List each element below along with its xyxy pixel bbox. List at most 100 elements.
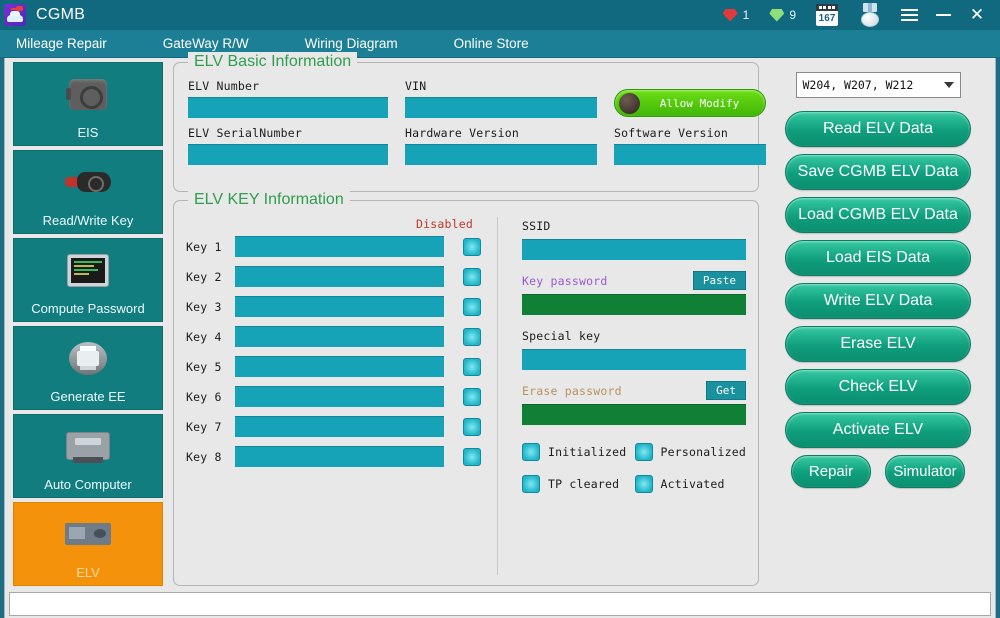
menu-bar: Mileage Repair GateWay R/W Wiring Diagra… — [0, 30, 1000, 58]
sidebar-item-elv[interactable]: ELV — [13, 502, 163, 586]
initialized-checkbox[interactable] — [522, 443, 540, 461]
key-row: Key 2 — [186, 266, 491, 287]
sidebar-item-label: ELV — [76, 565, 100, 580]
key-7-input[interactable] — [235, 416, 444, 437]
minimize-button[interactable] — [926, 0, 960, 30]
red-gem-indicator[interactable]: 1 — [713, 0, 760, 30]
ssid-label: SSID — [522, 219, 551, 233]
model-select-value: W204, W207, W212 — [803, 78, 944, 92]
key-3-input[interactable] — [235, 296, 444, 317]
elv-basic-information-panel: ELV Basic Information ELV Number VIN — [173, 62, 759, 192]
green-gem-indicator[interactable]: 9 — [759, 0, 806, 30]
check-elv-button[interactable]: Check ELV — [785, 369, 971, 405]
field-software-version: Software Version — [614, 126, 766, 165]
sidebar-item-read-write-key[interactable]: Read/Write Key — [13, 150, 163, 234]
elv-serialnumber-input[interactable] — [188, 144, 388, 165]
erase-elv-button[interactable]: Erase ELV — [785, 326, 971, 362]
key-7-disabled-checkbox[interactable] — [463, 418, 481, 436]
status-flags: Initialized Personalized TP cleared — [522, 443, 746, 493]
calendar-indicator[interactable]: 167 — [806, 0, 848, 30]
key-2-input[interactable] — [235, 266, 444, 287]
load-cgmb-elv-data-button[interactable]: Load CGMB ELV Data — [785, 197, 971, 233]
allow-modify-cell: Allow Modify — [614, 79, 766, 118]
hamburger-icon — [901, 9, 918, 21]
write-elv-data-button[interactable]: Write ELV Data — [785, 283, 971, 319]
field-label: ELV Number — [188, 79, 388, 92]
medal-indicator[interactable] — [848, 0, 892, 30]
secondary-buttons: Repair Simulator — [791, 455, 965, 488]
key-row: Key 8 — [186, 446, 491, 467]
printer-disc-icon — [14, 327, 162, 389]
status-personalized[interactable]: Personalized — [635, 443, 746, 461]
field-elv-serialnumber: ELV SerialNumber — [188, 126, 388, 165]
center-column: ELV Basic Information ELV Number VIN — [173, 62, 759, 586]
ssid-input[interactable] — [522, 239, 746, 260]
key-5-disabled-checkbox[interactable] — [463, 358, 481, 376]
status-initialized[interactable]: Initialized — [522, 443, 631, 461]
key-3-disabled-checkbox[interactable] — [463, 298, 481, 316]
key-6-disabled-checkbox[interactable] — [463, 388, 481, 406]
allow-modify-label: Allow Modify — [640, 97, 765, 110]
key-8-input[interactable] — [235, 446, 444, 467]
hardware-version-input[interactable] — [405, 144, 597, 165]
menu-button[interactable] — [892, 0, 926, 30]
software-version-input[interactable] — [614, 144, 766, 165]
key-1-input[interactable] — [235, 236, 444, 257]
key-label: Key 7 — [186, 420, 226, 434]
green-gem-count: 9 — [789, 8, 796, 22]
red-gem-count: 1 — [743, 8, 750, 22]
app-icon — [4, 4, 26, 26]
paste-button[interactable]: Paste — [693, 271, 746, 290]
chevron-down-icon — [944, 82, 954, 88]
key-4-disabled-checkbox[interactable] — [463, 328, 481, 346]
key-label: Key 6 — [186, 390, 226, 404]
key-1-disabled-checkbox[interactable] — [463, 238, 481, 256]
key-label: Key 1 — [186, 240, 226, 254]
sidebar-item-auto-computer[interactable]: Auto Computer — [13, 414, 163, 498]
repair-button[interactable]: Repair — [791, 455, 871, 488]
sidebar-item-compute-password[interactable]: Compute Password — [13, 238, 163, 322]
red-gem-icon — [723, 9, 738, 22]
activated-checkbox[interactable] — [635, 475, 653, 493]
allow-modify-button[interactable]: Allow Modify — [614, 89, 766, 117]
ecu-module-icon — [14, 415, 162, 477]
erase-password-input[interactable] — [522, 404, 746, 425]
model-select[interactable]: W204, W207, W212 — [796, 72, 961, 98]
tp-cleared-checkbox[interactable] — [522, 475, 540, 493]
key-4-input[interactable] — [235, 326, 444, 347]
key-label: Key 8 — [186, 450, 226, 464]
key-8-disabled-checkbox[interactable] — [463, 448, 481, 466]
status-label: Initialized — [548, 445, 626, 459]
disabled-column-header: Disabled — [186, 217, 491, 232]
title-bar: CGMB 1 9 167 — [0, 0, 1000, 30]
key-label: Key 3 — [186, 300, 226, 314]
load-eis-data-button[interactable]: Load EIS Data — [785, 240, 971, 276]
log-input[interactable] — [9, 592, 991, 616]
simulator-button[interactable]: Simulator — [885, 455, 965, 488]
key-password-input[interactable] — [522, 294, 746, 315]
key-5-input[interactable] — [235, 356, 444, 377]
panel-divider — [497, 217, 498, 575]
panel-legend: ELV Basic Information — [188, 52, 357, 72]
titlebar-indicators: 1 9 167 — [713, 0, 994, 30]
key-row: Key 3 — [186, 296, 491, 317]
status-tp-cleared[interactable]: TP cleared — [522, 475, 631, 493]
get-button[interactable]: Get — [706, 381, 746, 400]
menu-item-gateway-rw[interactable]: GateWay R/W — [163, 36, 275, 51]
personalized-checkbox[interactable] — [635, 443, 653, 461]
status-activated[interactable]: Activated — [635, 475, 746, 493]
menu-item-wiring-diagram[interactable]: Wiring Diagram — [305, 36, 424, 51]
key-6-input[interactable] — [235, 386, 444, 407]
activate-elv-button[interactable]: Activate ELV — [785, 412, 971, 448]
key-2-disabled-checkbox[interactable] — [463, 268, 481, 286]
sidebar-item-eis[interactable]: EIS — [13, 62, 163, 146]
read-elv-data-button[interactable]: Read ELV Data — [785, 111, 971, 147]
elv-number-input[interactable] — [188, 97, 388, 118]
save-cgmb-elv-data-button[interactable]: Save CGMB ELV Data — [785, 154, 971, 190]
sidebar-item-generate-ee[interactable]: Generate EE — [13, 326, 163, 410]
vin-input[interactable] — [405, 97, 597, 118]
special-key-input[interactable] — [522, 349, 746, 370]
menu-item-online-store[interactable]: Online Store — [454, 36, 555, 51]
menu-item-mileage-repair[interactable]: Mileage Repair — [16, 36, 133, 51]
close-button[interactable]: ✕ — [960, 0, 994, 30]
